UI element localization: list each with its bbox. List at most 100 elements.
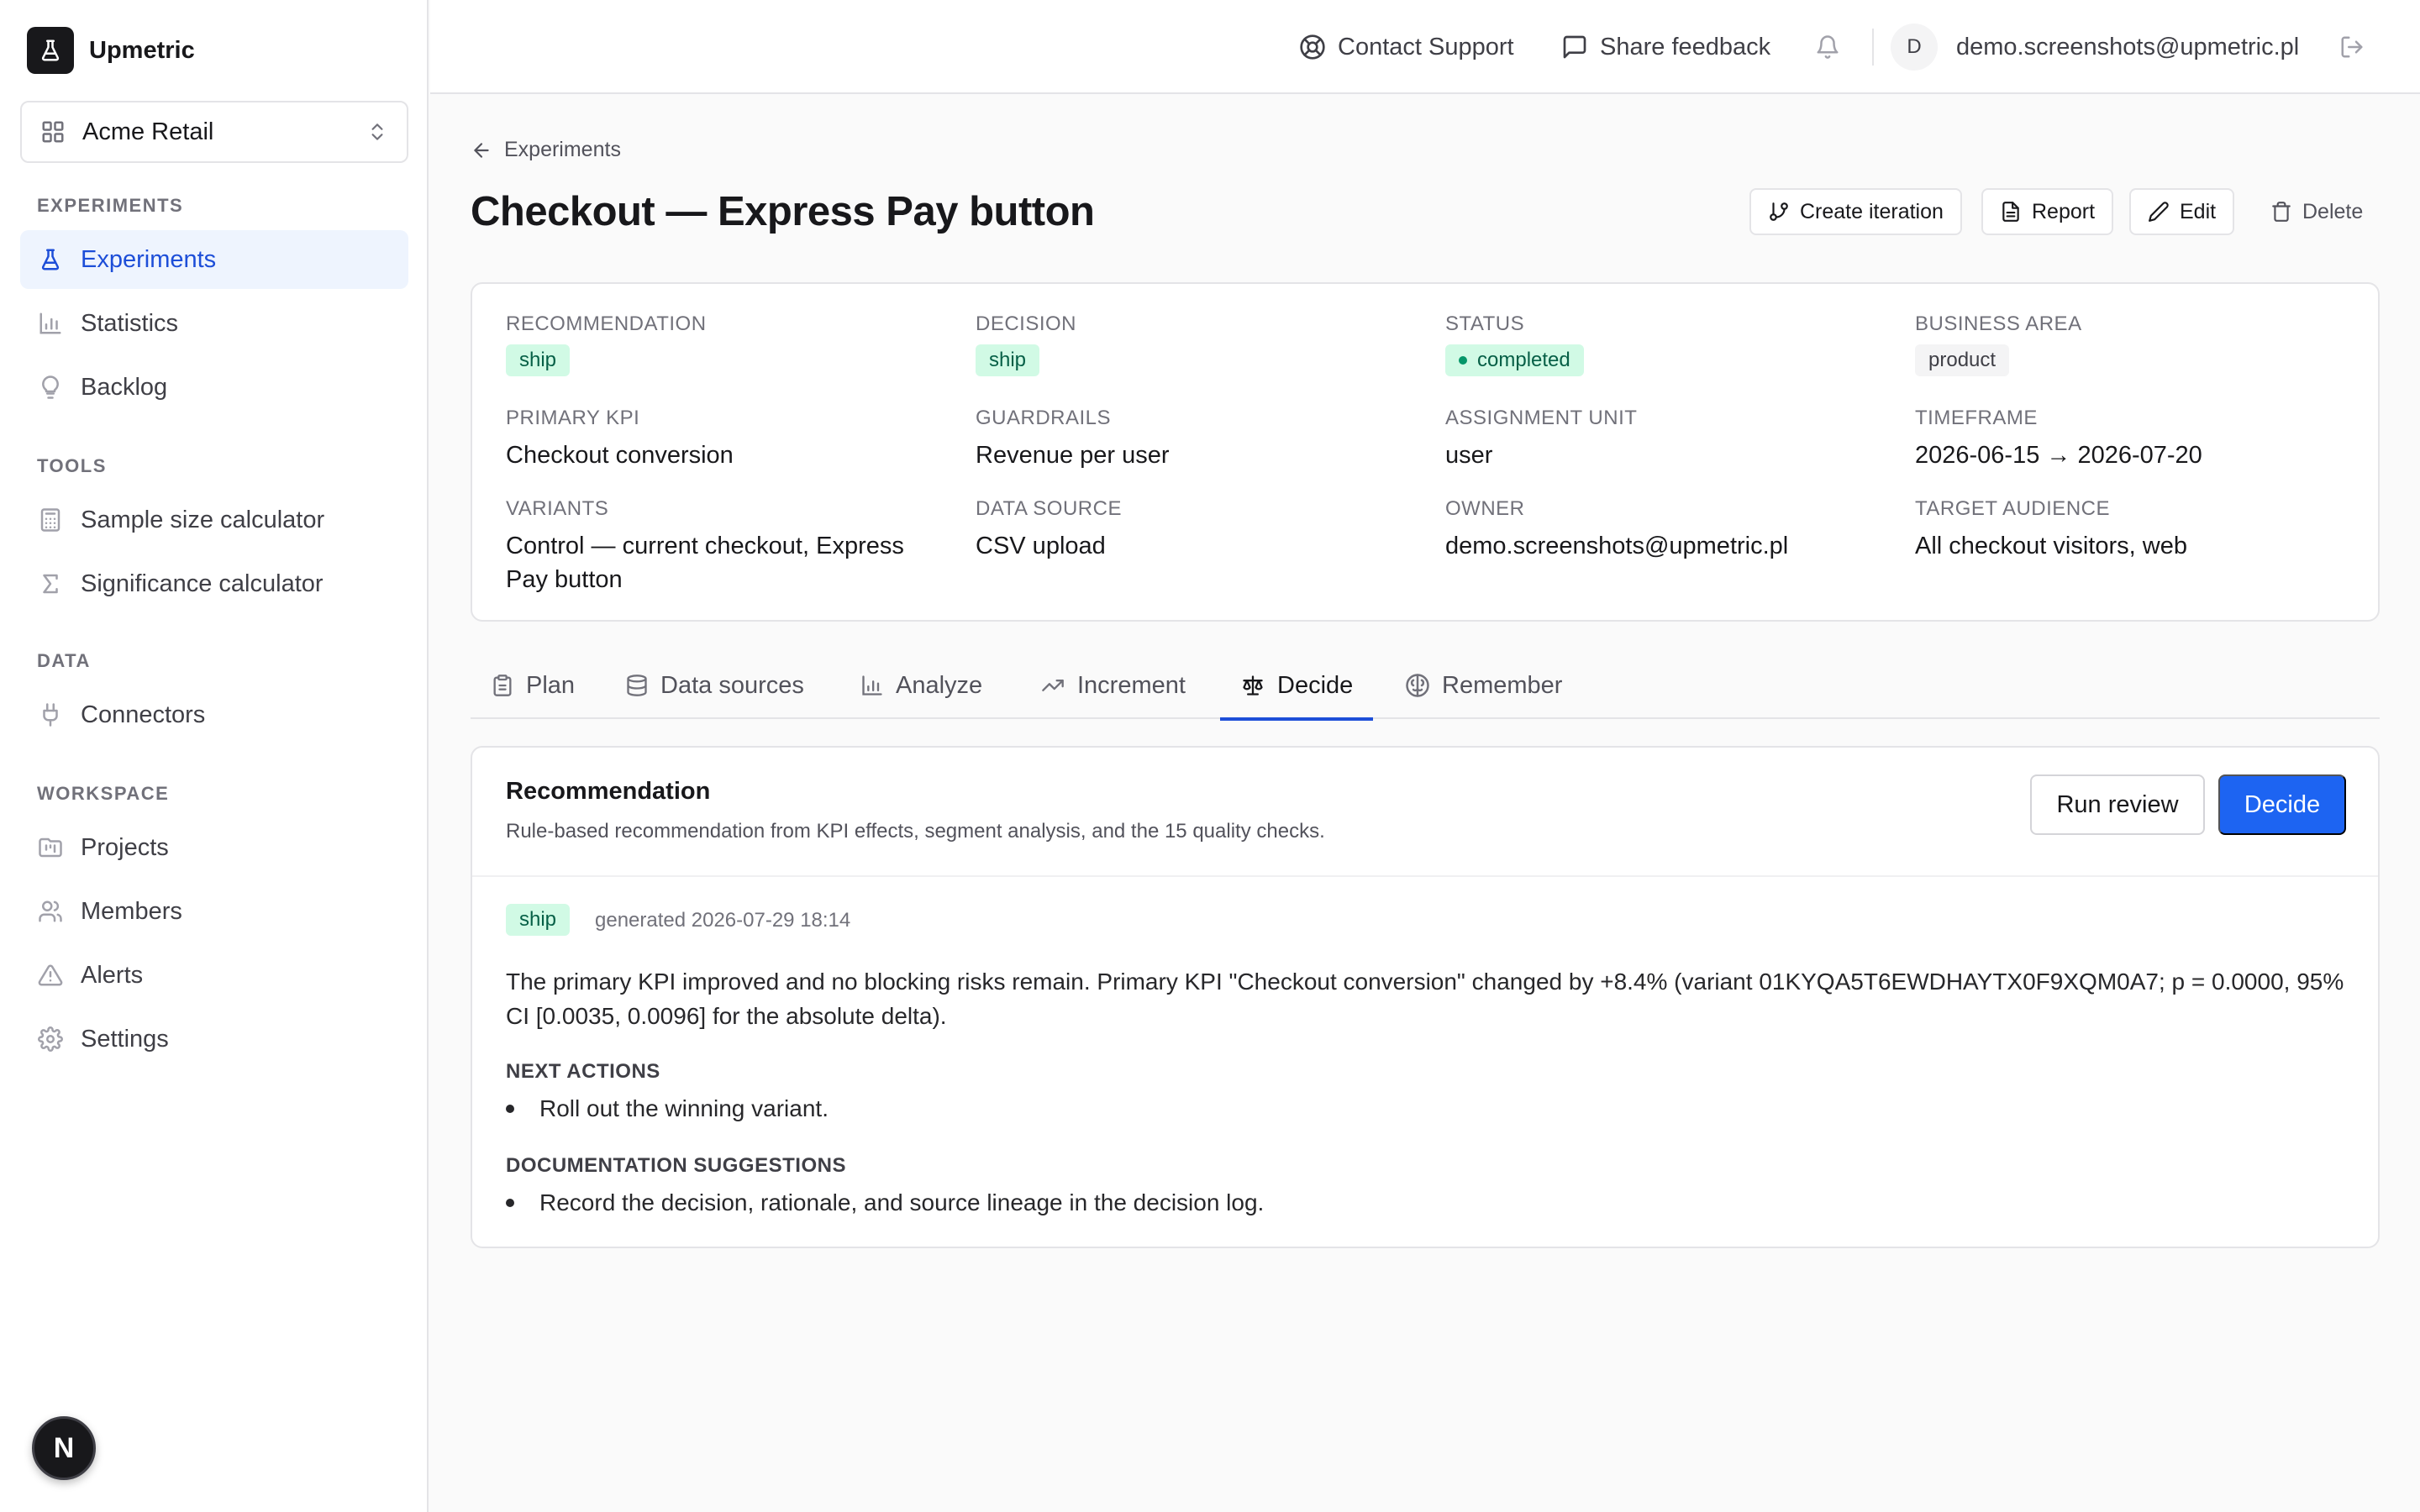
sidebar-item-connectors[interactable]: Connectors (20, 685, 408, 744)
recommendation-result-badge: ship (506, 904, 571, 936)
logout-button[interactable] (2339, 0, 2365, 94)
share-feedback-label: Share feedback (1600, 33, 1771, 60)
back-to-experiments-link[interactable]: Experiments (471, 138, 621, 162)
flask-icon (37, 246, 64, 273)
decide-button[interactable]: Decide (2218, 774, 2346, 835)
generated-timestamp: generated 2026-07-29 18:14 (595, 909, 851, 932)
field-recommendation: RECOMMENDATION ship (506, 312, 943, 376)
field-guardrails: GUARDRAILS Revenue per user (976, 407, 1413, 472)
sidebar-item-alerts[interactable]: Alerts (20, 946, 408, 1005)
list-item: Roll out the winning variant. (506, 1095, 829, 1122)
field-value: demo.screenshots@upmetric.pl (1445, 533, 1789, 559)
field-value: Checkout conversion (506, 442, 734, 469)
field-data-source: DATA SOURCE CSV upload (976, 497, 1413, 563)
gear-icon (37, 1026, 64, 1053)
sidebar-item-statistics[interactable]: Statistics (20, 294, 408, 353)
tab-remember[interactable]: Remember (1405, 652, 1562, 719)
user-email: demo.screenshots@upmetric.pl (1956, 33, 2300, 60)
sidebar-item-settings[interactable]: Settings (20, 1010, 408, 1068)
field-label: PRIMARY KPI (506, 407, 640, 429)
recommendation-title: Recommendation (506, 778, 711, 805)
list-item: Record the decision, rationale, and sour… (506, 1189, 1264, 1216)
field-label: BUSINESS AREA (1915, 312, 2082, 335)
field-label: ASSIGNMENT UNIT (1445, 407, 1638, 429)
run-review-button[interactable]: Run review (2030, 774, 2205, 835)
tab-label: Decide (1277, 671, 1354, 699)
status-value: completed (1477, 349, 1570, 371)
field-label: STATUS (1445, 312, 1525, 335)
plug-icon (37, 701, 64, 728)
sidebar-item-backlog[interactable]: Backlog (20, 358, 408, 417)
field-value: Revenue per user (976, 442, 1170, 469)
field-label: TARGET AUDIENCE (1915, 497, 2110, 520)
sidebar-item-label: Alerts (81, 961, 144, 989)
report-label: Report (2032, 199, 2096, 223)
file-text-icon (2000, 201, 2022, 223)
sigma-icon (37, 570, 64, 597)
delete-button[interactable]: Delete (2252, 188, 2381, 235)
next-action-text: Roll out the winning variant. (539, 1095, 829, 1121)
recommendation-subtitle: Rule-based recommendation from KPI effec… (506, 820, 1325, 843)
database-icon (625, 674, 649, 697)
bar-chart-icon (37, 310, 64, 337)
sidebar-item-projects[interactable]: Projects (20, 818, 408, 877)
sidebar-item-members[interactable]: Members (20, 882, 408, 941)
contact-support-label: Contact Support (1338, 33, 1514, 60)
next-dev-badge[interactable]: N (32, 1416, 96, 1480)
tab-analyze[interactable]: Analyze (860, 652, 982, 719)
recommendation-badge: ship (506, 344, 571, 376)
report-button[interactable]: Report (1981, 188, 2114, 235)
tab-decide[interactable]: Decide (1219, 652, 1374, 721)
tab-data-sources[interactable]: Data sources (625, 652, 804, 719)
edit-label: Edit (2180, 199, 2217, 223)
topbar-divider (1872, 29, 1874, 66)
contact-support-button[interactable]: Contact Support (1299, 0, 1514, 94)
chevrons-up-down-icon (366, 121, 388, 143)
trending-up-icon (1040, 674, 1065, 697)
next-actions-label: NEXT ACTIONS (506, 1060, 660, 1083)
sidebar-item-label: Sample size calculator (81, 506, 325, 533)
section-title-data: DATA (37, 650, 91, 671)
field-primary-kpi: PRIMARY KPI Checkout conversion (506, 407, 943, 472)
git-branch-icon (1768, 201, 1790, 223)
documentation-suggestions-label: DOCUMENTATION SUGGESTIONS (506, 1154, 846, 1177)
share-feedback-button[interactable]: Share feedback (1561, 0, 1770, 94)
calculator-icon (37, 507, 64, 533)
recommendation-text: The primary KPI improved and no blocking… (506, 969, 2344, 1029)
tab-increment[interactable]: Increment (1040, 652, 1186, 719)
notifications-button[interactable] (1815, 0, 1840, 94)
section-title-experiments: EXPERIMENTS (37, 195, 184, 216)
field-label: DATA SOURCE (976, 497, 1122, 520)
tab-label: Plan (526, 671, 576, 699)
field-label: GUARDRAILS (976, 407, 1112, 429)
tab-plan[interactable]: Plan (491, 652, 575, 719)
field-label: DECISION (976, 312, 1077, 335)
sidebar-item-sample-size-calculator[interactable]: Sample size calculator (20, 491, 408, 549)
sidebar-item-label: Statistics (81, 309, 179, 337)
sidebar-item-label: Projects (81, 833, 169, 861)
field-value: 2026-06-15 → 2026-07-20 (1915, 442, 2202, 469)
sidebar-item-label: Experiments (81, 245, 217, 273)
brand[interactable]: Upmetric (27, 25, 195, 76)
users-icon (37, 898, 64, 925)
brand-name: Upmetric (89, 36, 195, 64)
page-title: Checkout — Express Pay button (471, 189, 1095, 234)
sidebar: Upmetric Acme Retail EXPERIMENTS Experim… (0, 0, 429, 1512)
field-status: STATUS completed (1445, 312, 1882, 376)
folder-kanban-icon (37, 834, 64, 861)
tab-label: Analyze (896, 671, 983, 699)
field-assignment-unit: ASSIGNMENT UNIT user (1445, 407, 1882, 472)
log-out-icon (2339, 34, 2365, 60)
field-timeframe: TIMEFRAME 2026-06-15 → 2026-07-20 (1915, 407, 2352, 472)
workspace-name: Acme Retail (82, 118, 214, 145)
edit-button[interactable]: Edit (2129, 188, 2235, 235)
sidebar-item-experiments[interactable]: Experiments (20, 230, 408, 289)
sidebar-item-significance-calculator[interactable]: Significance calculator (20, 554, 408, 613)
workspace-switcher[interactable]: Acme Retail (20, 101, 408, 163)
create-iteration-button[interactable]: Create iteration (1749, 188, 1962, 235)
avatar[interactable]: D (1891, 24, 1938, 71)
flask-logo-icon (27, 27, 74, 74)
tab-label: Increment (1077, 671, 1186, 699)
sidebar-item-label: Settings (81, 1025, 169, 1053)
section-title-workspace: WORKSPACE (37, 783, 170, 804)
